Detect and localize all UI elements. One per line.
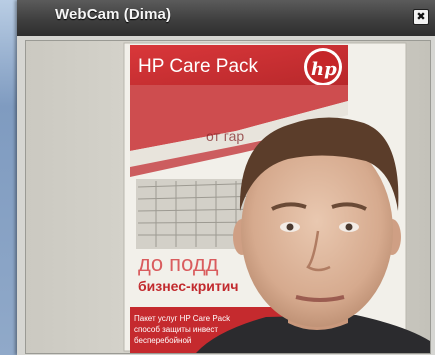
poster-footer-3: бесперебойной <box>134 336 191 345</box>
poster-footer-1: Пакет услуг HP Care Pack <box>134 314 231 323</box>
window-title: WebCam (Dima) <box>55 6 172 23</box>
poster-subheadline: бизнес-критич <box>138 278 238 294</box>
desktop-background-strip <box>0 0 17 355</box>
webcam-video-feed: HP Care Pack hp от гар до подд бизнес-кр… <box>25 40 431 354</box>
poster-footer-2: способ защиты инвест <box>134 325 218 334</box>
video-image: HP Care Pack hp от гар до подд бизнес-кр… <box>26 41 430 353</box>
svg-text:hp: hp <box>311 59 337 80</box>
poster-line: от гар <box>206 128 244 144</box>
poster-headline: до подд <box>138 251 219 276</box>
poster-heading: HP Care Pack <box>138 56 259 77</box>
window-titlebar[interactable]: WebCam (Dima) ✖ <box>17 0 435 36</box>
webcam-window: WebCam (Dima) ✖ HP Care Pack hp от гар д… <box>17 0 435 355</box>
close-icon[interactable]: ✖ <box>413 9 429 25</box>
